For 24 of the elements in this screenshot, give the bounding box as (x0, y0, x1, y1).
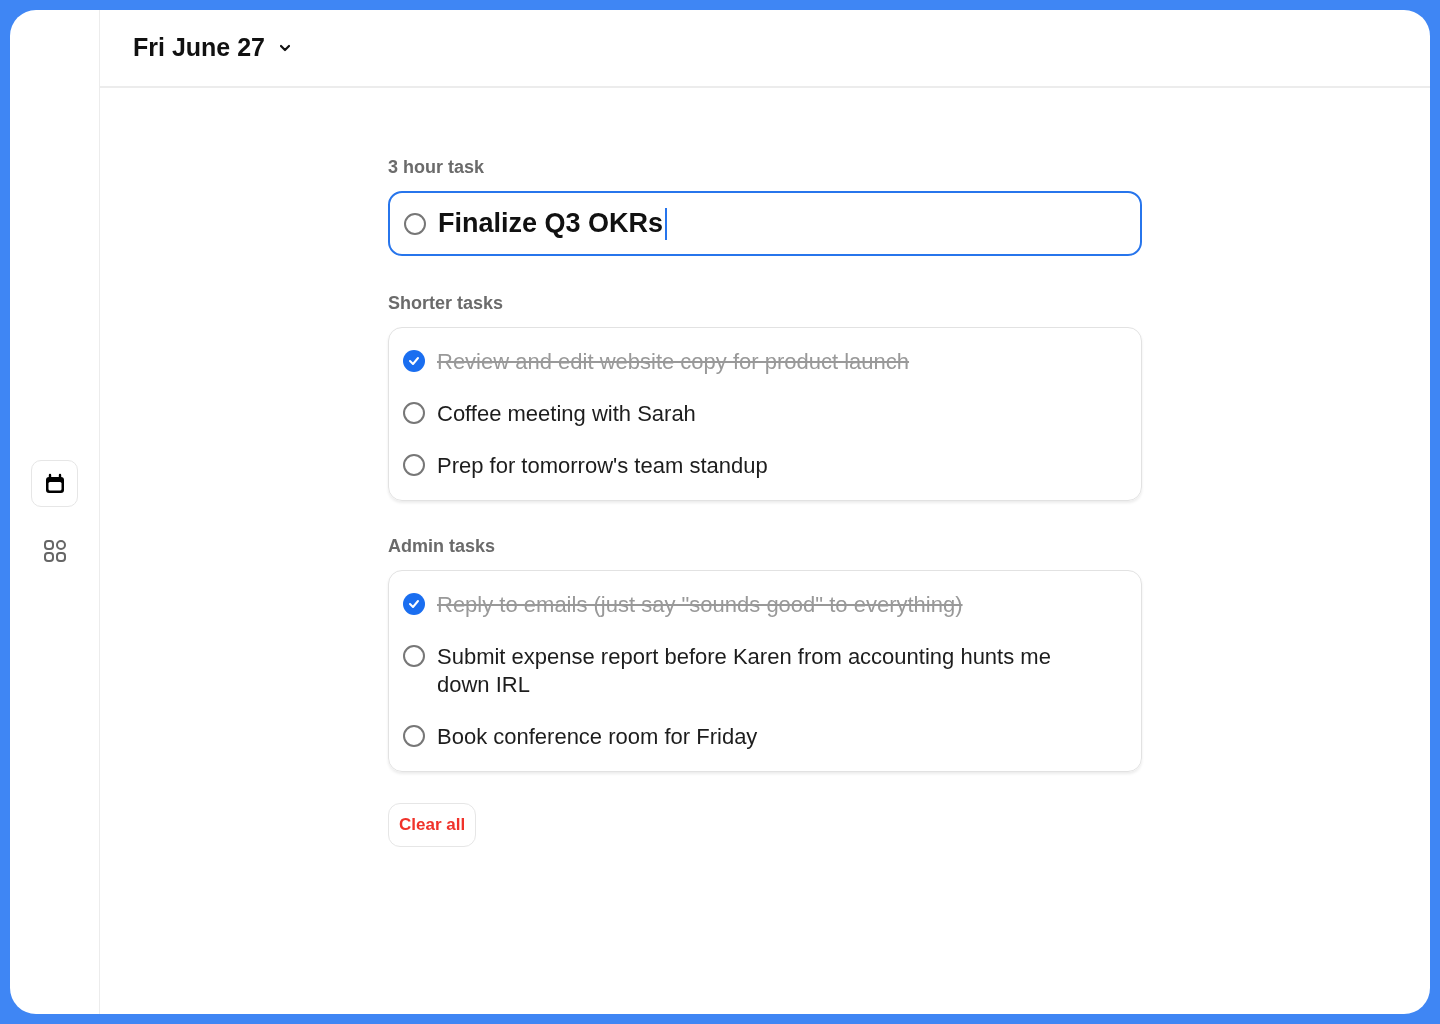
task-text: Prep for tomorrow's team standup (437, 452, 768, 480)
check-icon (408, 599, 420, 609)
section-label: 3 hour task (388, 156, 486, 179)
checked-checkbox[interactable] (403, 593, 425, 615)
caret-icon (279, 44, 291, 52)
date-dropdown[interactable]: Fri June 27 (133, 29, 291, 67)
grid-icon (42, 538, 67, 563)
checkbox[interactable] (403, 454, 425, 476)
task-text: Review and edit website copy for product launch (437, 348, 910, 376)
task-text: Book conference room for Friday (437, 723, 758, 751)
checkbox[interactable] (403, 402, 425, 424)
task-text: Submit expense report before Karen from accounting hunts me down IRL (437, 643, 1052, 699)
check-icon (408, 356, 420, 366)
calendar-icon (43, 472, 66, 495)
calendar-button[interactable] (31, 460, 78, 507)
checkbox[interactable] (403, 645, 425, 667)
section-label: Admin tasks (388, 535, 497, 558)
checked-checkbox[interactable] (403, 350, 425, 372)
section-label: Shorter tasks (388, 292, 505, 315)
task-text: Reply to emails (just say "sounds good" to everything) (437, 591, 963, 619)
clear-all-button[interactable]: Clear all (388, 803, 477, 847)
task-text: Coffee meeting with Sarah (437, 400, 696, 428)
checkbox[interactable] (403, 725, 425, 747)
checkbox[interactable] (404, 212, 426, 235)
